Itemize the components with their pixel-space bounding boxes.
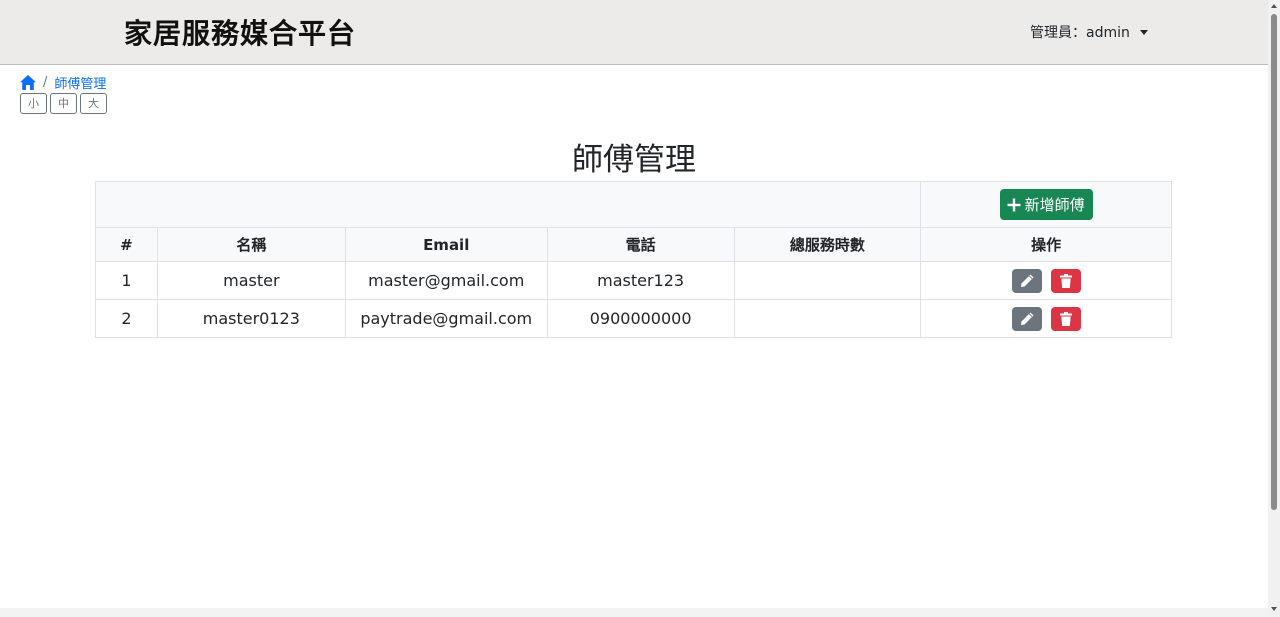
trash-icon <box>1059 273 1072 288</box>
table-header-row: # 名稱 Email 電話 總服務時數 操作 <box>95 227 1172 262</box>
column-header-name: 名稱 <box>156 227 346 262</box>
cell-name: master0123 <box>156 299 346 338</box>
column-header-email: Email <box>344 227 548 262</box>
scroll-up-arrow-icon[interactable] <box>1271 4 1277 8</box>
delete-button[interactable] <box>1050 268 1081 293</box>
column-header-total-hours: 總服務時數 <box>733 227 922 262</box>
font-size-small-button[interactable]: 小 <box>20 93 47 114</box>
edit-button[interactable] <box>1011 268 1042 293</box>
cell-actions <box>920 261 1172 300</box>
edit-button[interactable] <box>1011 306 1042 331</box>
cell-email: master@gmail.com <box>344 261 548 300</box>
footer-strip <box>0 608 1268 617</box>
column-header-index: # <box>95 227 158 262</box>
masters-table: 新增師傅 # 名稱 Email 電話 總服務時數 操作 1 master mas… <box>94 181 1172 338</box>
pencil-icon <box>1020 274 1034 287</box>
user-menu-dropdown[interactable]: 管理員：admin <box>1030 22 1148 42</box>
cell-actions <box>920 299 1172 338</box>
font-size-medium-button[interactable]: 中 <box>50 93 77 114</box>
column-header-actions: 操作 <box>920 227 1172 262</box>
cell-total-hours <box>733 261 922 300</box>
cell-index: 2 <box>95 299 158 338</box>
top-navbar: 家居服務媒合平台 管理員：admin <box>0 0 1268 65</box>
font-size-controls: 小 中 大 <box>20 93 107 114</box>
page-title: 師傅管理 <box>572 142 696 178</box>
trash-icon <box>1059 311 1072 326</box>
cell-phone: 0900000000 <box>546 299 735 338</box>
plus-icon <box>1007 198 1021 212</box>
vertical-scrollbar[interactable] <box>1268 0 1280 617</box>
breadcrumb-separator: / <box>43 75 48 90</box>
add-master-label: 新增師傅 <box>1024 196 1085 214</box>
home-icon[interactable] <box>20 75 36 90</box>
font-size-large-button[interactable]: 大 <box>80 93 107 114</box>
delete-button[interactable] <box>1050 306 1081 331</box>
cell-name: master <box>156 261 346 300</box>
scroll-down-arrow-icon[interactable] <box>1271 607 1277 611</box>
table-row: 1 master master@gmail.com master123 <box>95 261 1172 300</box>
table-row: 2 master0123 paytrade@gmail.com 09000000… <box>95 299 1172 338</box>
breadcrumb: / 師傅管理 <box>20 73 106 92</box>
add-master-button[interactable]: 新增師傅 <box>999 189 1093 220</box>
cell-index: 1 <box>95 261 158 300</box>
cell-phone: master123 <box>546 261 735 300</box>
brand-title[interactable]: 家居服務媒合平台 <box>124 12 356 52</box>
cell-email: paytrade@gmail.com <box>344 299 548 338</box>
column-header-phone: 電話 <box>546 227 735 262</box>
toolbar-action-cell: 新增師傅 <box>920 181 1172 228</box>
pencil-icon <box>1020 312 1034 325</box>
breadcrumb-current[interactable]: 師傅管理 <box>54 73 106 92</box>
chevron-down-icon <box>1139 29 1148 35</box>
user-menu-label: 管理員：admin <box>1030 25 1130 41</box>
table-toolbar-row: 新增師傅 <box>94 181 1172 228</box>
scrollbar-thumb[interactable] <box>1271 14 1277 510</box>
cell-total-hours <box>733 299 922 338</box>
toolbar-spacer <box>94 181 922 228</box>
